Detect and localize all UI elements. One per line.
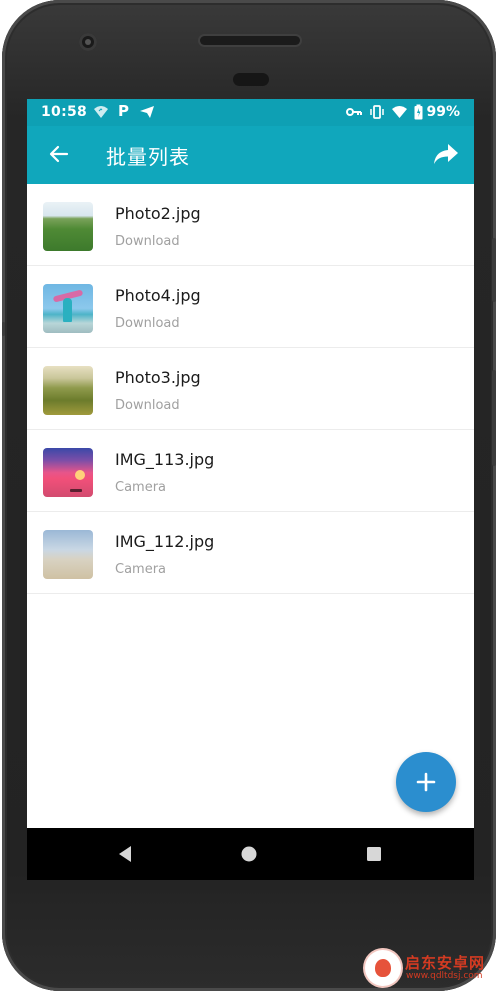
telegram-icon <box>140 106 154 118</box>
beach-woman-photo <box>43 284 93 333</box>
sand-beach-photo <box>43 530 93 579</box>
screen: 10:58 P 99% 批量列表 Photo2.jpg Download Pho… <box>27 99 474 880</box>
sunset-photo <box>43 448 93 497</box>
earpiece-speaker <box>200 36 300 45</box>
list-item[interactable]: IMG_113.jpg Camera <box>27 430 474 512</box>
list-item[interactable]: IMG_112.jpg Camera <box>27 512 474 594</box>
battery-icon <box>414 104 423 120</box>
file-name: IMG_112.jpg <box>115 532 215 551</box>
arrow-left-icon[interactable] <box>47 142 71 166</box>
home-circle-icon[interactable] <box>239 844 259 864</box>
file-name: IMG_113.jpg <box>115 450 215 469</box>
list-item[interactable]: Photo2.jpg Download <box>27 184 474 266</box>
file-folder: Download <box>115 234 180 249</box>
p-icon: P <box>118 102 129 120</box>
vibrate-icon <box>370 105 384 119</box>
power-button <box>492 238 496 302</box>
watermark-brand: 启东安卓网 <box>405 954 486 972</box>
back-triangle-icon[interactable] <box>115 844 135 864</box>
watermark: 启东安卓网 www.qdltdsj.com <box>365 950 497 986</box>
proximity-sensor <box>233 73 269 86</box>
green-field-photo <box>43 202 93 251</box>
file-name: Photo2.jpg <box>115 204 201 223</box>
file-folder: Camera <box>115 480 167 495</box>
list-item[interactable]: Photo3.jpg Download <box>27 348 474 430</box>
key-icon <box>346 108 362 116</box>
file-folder: Download <box>115 398 180 413</box>
plus-icon <box>416 772 436 792</box>
app-bar: 批量列表 <box>27 126 474 184</box>
file-folder: Camera <box>115 562 167 577</box>
file-name: Photo3.jpg <box>115 368 201 387</box>
battery-percent: 99% <box>426 104 460 120</box>
file-list: Photo2.jpg Download Photo4.jpg Download … <box>27 184 474 594</box>
file-folder: Download <box>115 316 180 331</box>
share-arrow-icon[interactable] <box>432 141 460 167</box>
phone-frame: 10:58 P 99% 批量列表 Photo2.jpg Download Pho… <box>2 0 496 991</box>
recents-square-icon[interactable] <box>364 844 384 864</box>
wifi-call-icon <box>94 106 108 118</box>
page-title: 批量列表 <box>106 145 190 169</box>
watermark-logo-icon <box>365 950 401 986</box>
front-camera <box>79 33 97 51</box>
add-button[interactable] <box>396 752 456 812</box>
nav-bar <box>27 828 474 880</box>
list-item[interactable]: Photo4.jpg Download <box>27 266 474 348</box>
watermark-url: www.qdltdsj.com <box>406 971 483 981</box>
side-notch <box>2 322 5 336</box>
status-bar: 10:58 P 99% <box>27 99 474 126</box>
hills-photo <box>43 366 93 415</box>
volume-button <box>492 370 496 466</box>
file-name: Photo4.jpg <box>115 286 201 305</box>
wifi-icon <box>392 106 407 118</box>
status-time: 10:58 <box>41 104 88 120</box>
